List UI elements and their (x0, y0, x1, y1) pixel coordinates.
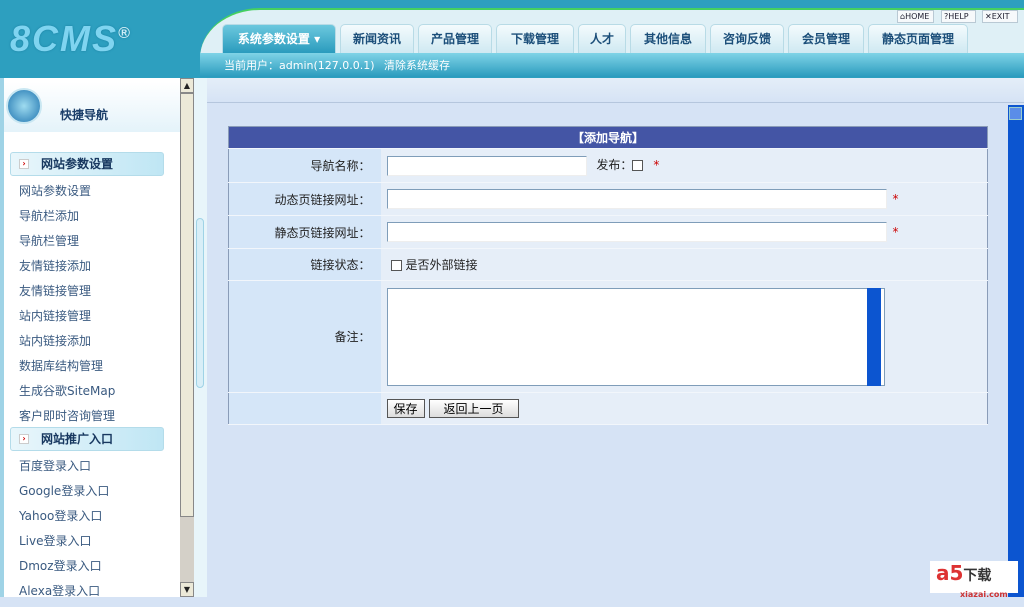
help-button[interactable]: ?HELP (941, 10, 976, 23)
sidebar-item[interactable]: Dmoz登录入口 (19, 557, 102, 574)
empty-cell (228, 392, 381, 425)
sidebar-title: 快捷导航 (60, 108, 109, 122)
tab-system-settings[interactable]: 系统参数设置 ▾ (222, 24, 336, 53)
remark-textarea[interactable] (386, 287, 885, 386)
required-mark: * (892, 224, 899, 239)
required-mark: * (653, 158, 660, 172)
static-url-label: 静态页链接网址： (228, 215, 381, 249)
tab-talent[interactable]: 人才 (578, 24, 626, 53)
remark-label: 备注： (228, 280, 381, 393)
publish-checkbox[interactable] (632, 160, 644, 171)
watermark-logo: a5下载 xiazai.com (930, 561, 1018, 599)
save-button[interactable]: 保存 (386, 399, 425, 418)
tab-products[interactable]: 产品管理 (418, 24, 492, 53)
exit-button[interactable]: ✕EXIT (982, 10, 1018, 23)
tab-feedback[interactable]: 咨询反馈 (710, 24, 784, 53)
section-title: 网站参数设置 (41, 157, 114, 171)
publish-label: 发布： (596, 158, 633, 172)
sidebar-item[interactable]: 友情链接管理 (19, 282, 91, 299)
collapse-sidebar-handle[interactable] (196, 218, 204, 388)
sidebar-item[interactable]: 站内链接添加 (19, 332, 91, 349)
sidebar-item[interactable]: 导航栏管理 (19, 232, 79, 249)
textarea-scrollbar[interactable] (866, 287, 881, 386)
form-title: 【添加导航】 (228, 126, 988, 149)
content-topbar (207, 78, 1024, 103)
static-url-input[interactable] (386, 222, 887, 242)
refresh-icon (6, 88, 42, 124)
sidebar-section[interactable]: › 网站参数设置 (10, 152, 164, 176)
nav-name-input[interactable] (386, 155, 587, 176)
main-scrollbar[interactable] (1008, 105, 1024, 597)
tab-other-info[interactable]: 其他信息 (630, 24, 706, 53)
sidebar-item[interactable]: Alexa登录入口 (19, 582, 100, 599)
home-button[interactable]: ⌂HOME (897, 10, 934, 23)
sidebar-item[interactable]: 网站参数设置 (19, 182, 91, 199)
sidebar-item[interactable]: Yahoo登录入口 (19, 507, 102, 524)
back-button[interactable]: 返回上一页 (428, 399, 519, 418)
exit-icon: ✕ (985, 12, 992, 21)
tab-downloads[interactable]: 下载管理 (496, 24, 574, 53)
section-title: 网站推广入口 (41, 432, 114, 446)
dynamic-url-input[interactable] (386, 189, 887, 209)
clear-cache-link[interactable]: 清除系统缓存 (384, 59, 450, 72)
sidebar-scrollbar[interactable]: ▲ ▼ (180, 78, 194, 597)
arrow-right-icon: › (19, 434, 29, 444)
scroll-thumb[interactable] (180, 93, 194, 517)
nav-name-label: 导航名称： (228, 148, 381, 183)
tab-members[interactable]: 会员管理 (788, 24, 864, 53)
sidebar-item[interactable]: 百度登录入口 (19, 457, 91, 474)
sidebar-item[interactable]: Google登录入口 (19, 482, 109, 499)
link-status-label: 链接状态： (228, 248, 381, 281)
tab-news[interactable]: 新闻资讯 (340, 24, 414, 53)
sidebar-item[interactable]: 客户即时咨询管理 (19, 407, 115, 424)
external-link-label: 是否外部链接 (405, 258, 478, 272)
sidebar-item[interactable]: 导航栏添加 (19, 207, 79, 224)
sidebar-item[interactable]: 生成谷歌SiteMap (19, 382, 115, 399)
scroll-down-arrow-icon[interactable]: ▼ (180, 582, 194, 597)
required-mark: * (892, 191, 899, 206)
sidebar-item[interactable]: 友情链接添加 (19, 257, 91, 274)
tab-static-pages[interactable]: 静态页面管理 (868, 24, 968, 53)
sidebar-item[interactable]: Live登录入口 (19, 532, 92, 549)
external-link-checkbox[interactable] (390, 260, 402, 271)
sidebar-section[interactable]: › 网站推广入口 (10, 427, 164, 451)
scroll-up-arrow-icon[interactable]: ▲ (180, 78, 194, 93)
sidebar-item[interactable]: 站内链接管理 (19, 307, 91, 324)
current-user: 当前用户：admin(127.0.0.1) (224, 59, 375, 72)
scroll-up-arrow-icon[interactable] (1009, 107, 1022, 120)
arrow-right-icon: › (19, 159, 29, 169)
add-nav-form: 【添加导航】 导航名称： 发布： * 动态页链接网址： * 静态页链接网址： * … (228, 126, 988, 425)
dynamic-url-label: 动态页链接网址： (228, 182, 381, 216)
logo: 8CMS® (10, 18, 132, 59)
sidebar-item[interactable]: 数据库结构管理 (19, 357, 103, 374)
user-bar: 当前用户：admin(127.0.0.1) 清除系统缓存 (200, 53, 1024, 77)
